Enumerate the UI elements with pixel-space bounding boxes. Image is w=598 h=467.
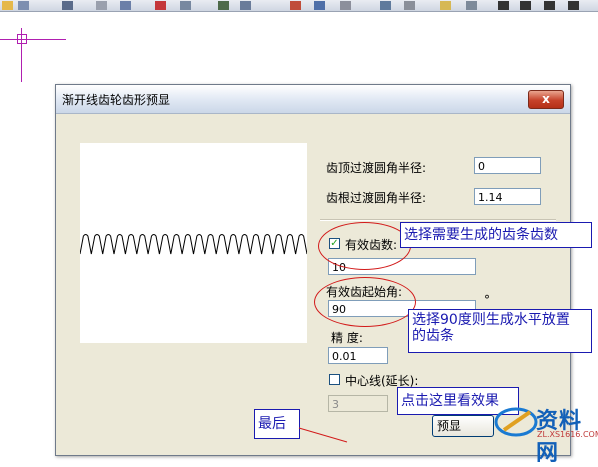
pointer-icon[interactable] [180,1,191,10]
precision-input[interactable]: 0.01 [328,347,388,364]
watermark-url: ZL.XS1616.COM [537,430,598,439]
cut-icon[interactable] [290,1,301,10]
move-icon[interactable] [218,1,229,10]
undo-icon[interactable] [340,1,351,10]
start-angle-highlight [314,277,416,327]
window-icon[interactable] [240,1,251,10]
zoom-out-icon[interactable] [544,1,555,10]
cad-toolbar [0,0,598,12]
centerline-input[interactable]: 3 [328,395,388,412]
zoom-icon[interactable] [498,1,509,10]
note-icon[interactable] [440,1,451,10]
angle-callout: 选择90度则生成水平放置 的齿条 [408,309,592,353]
dialog-titlebar[interactable]: 渐开线齿轮齿形预显 x [56,85,570,114]
dropdown-icon[interactable] [404,1,415,10]
dialog-title: 渐开线齿轮齿形预显 [62,93,171,107]
rack-teeth-curve [79,234,308,255]
effective-teeth-highlight [318,222,411,270]
precision-label: 精 度: [331,331,363,345]
preview-button[interactable]: 预显 [432,415,494,437]
angle-callout-line1: 选择90度则生成水平放置 [412,312,570,328]
degree-unit: ° [484,293,490,307]
help-icon[interactable] [155,1,166,10]
cursor-pickbox [17,34,27,44]
last-step-callout: 最后 [254,409,300,439]
open-icon[interactable] [2,1,13,10]
tip-fillet-input[interactable]: 0 [474,157,541,174]
grid-icon[interactable] [120,1,131,10]
zoom-in-icon[interactable] [520,1,531,10]
centerline-checkbox[interactable] [329,374,340,385]
root-fillet-input[interactable]: 1.14 [474,188,541,205]
pointer-arrow [298,427,348,443]
group-divider [320,219,556,221]
properties-icon[interactable] [466,1,477,10]
mail-icon[interactable] [18,1,29,10]
teeth-callout: 选择需要生成的齿条齿数 [400,222,592,248]
zoom-window-icon[interactable] [568,1,579,10]
text-icon[interactable] [96,1,107,10]
angle-callout-line2: 的齿条 [412,328,454,344]
rack-profile [79,234,308,255]
print-icon[interactable] [62,1,73,10]
layer-icon[interactable] [380,1,391,10]
globe-icon[interactable] [314,1,325,10]
gear-preview-canvas [79,143,308,343]
tip-fillet-label: 齿顶过渡圆角半径: [326,161,427,175]
root-fillet-label: 齿根过渡圆角半径: [326,191,427,205]
cursor-crosshair-horizontal [0,39,66,40]
close-button[interactable]: x [528,90,564,109]
